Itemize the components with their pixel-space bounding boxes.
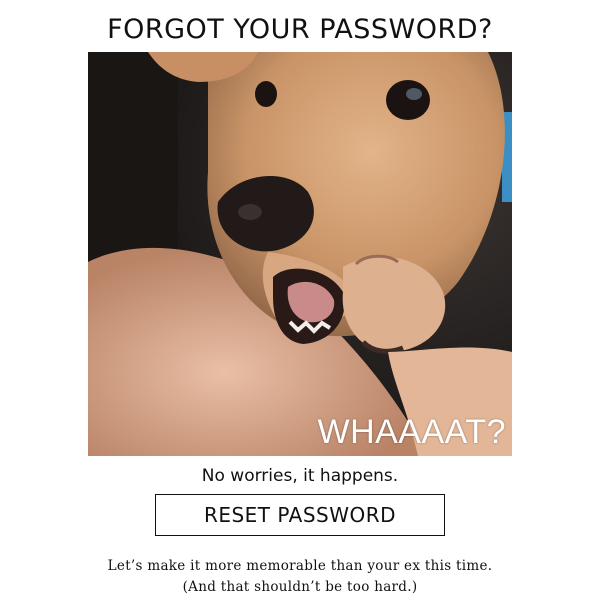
hero-caption: WHAAAAT? [317,413,506,451]
footnote: Let’s make it more memorable than your e… [0,556,600,598]
reassurance-text: No worries, it happens. [201,466,399,486]
reset-password-button[interactable]: RESET PASSWORD [155,494,445,536]
surprised-dog-photo [88,52,512,456]
hero-image: WHAAAAT? [88,52,512,456]
footnote-line-1: Let’s make it more memorable than your e… [107,558,493,574]
page-title: FORGOT YOUR PASSWORD? [107,14,493,45]
footnote-line-2: (And that shouldn’t be too hard.) [182,579,418,595]
